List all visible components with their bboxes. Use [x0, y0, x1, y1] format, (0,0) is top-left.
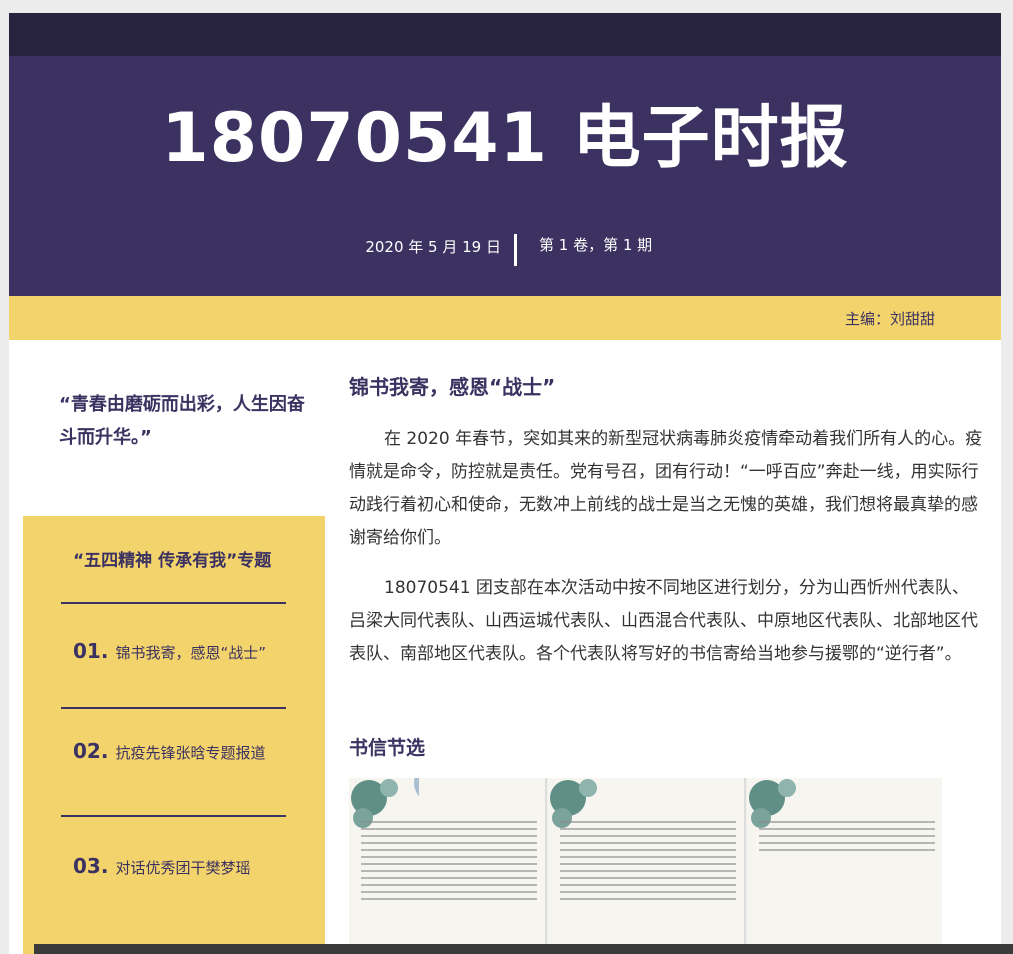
article-title: 锦书我寄，感恩“战士” [349, 375, 556, 399]
topic-item-3[interactable]: 03. 对话优秀团干樊梦瑶 [73, 854, 251, 878]
issue-date: 2020 年 5 月 19 日 [365, 238, 501, 256]
page-frame: 18070541 电子时报 2020 年 5 月 19 日 第 1 卷，第 1 … [9, 13, 1001, 954]
topic-item-label: 抗疫先锋张晗专题报道 [115, 744, 266, 762]
topic-item-number: 03. [73, 854, 109, 878]
editor-credit: 主编：刘甜甜 [844, 310, 935, 328]
letter-page-1 [349, 778, 547, 954]
letter-handwriting [560, 816, 736, 905]
topic-sidebar: “五四精神 传承有我”专题 01. 锦书我寄，感恩“战士” 02. 抗疫先锋张晗… [23, 516, 325, 954]
issue-volume: 第 1 卷，第 1 期 [539, 236, 653, 254]
topic-item-label: 锦书我寄，感恩“战士” [115, 644, 267, 662]
top-bar [9, 13, 1001, 56]
topic-item-2[interactable]: 02. 抗疫先锋张晗专题报道 [73, 739, 266, 763]
topic-item-number: 02. [73, 739, 109, 763]
sidebar-divider [61, 602, 286, 604]
masthead-divider [514, 234, 517, 266]
letter-handwriting [361, 816, 537, 905]
letters-image [349, 778, 942, 954]
topic-item-number: 01. [73, 639, 109, 663]
letter-handwriting [759, 816, 935, 856]
article-paragraph-1: 在 2020 年春节，突如其来的新型冠状病毒肺炎疫情牵动着我们所有人的心。疫情就… [349, 429, 983, 548]
section-title: 书信节选 [349, 737, 426, 759]
sidebar-divider [61, 707, 286, 709]
sidebar-divider [61, 815, 286, 817]
sidebar-quote: “青春由磨砺而出彩，人生因奋斗而升华。” [59, 394, 305, 448]
masthead: 18070541 电子时报 2020 年 5 月 19 日 第 1 卷，第 1 … [9, 56, 1001, 296]
topic-item-1[interactable]: 01. 锦书我寄，感恩“战士” [73, 639, 266, 663]
letter-page-3 [747, 778, 942, 954]
letter-page-2 [548, 778, 746, 954]
topic-title: “五四精神 传承有我”专题 [73, 551, 272, 571]
editor-bar: 主编：刘甜甜 [9, 296, 1001, 340]
newspaper-title: 18070541 电子时报 [161, 99, 849, 178]
bottom-strip [34, 944, 1013, 954]
article-paragraph-2: 18070541 团支部在本次活动中按不同地区进行划分，分为山西忻州代表队、吕梁… [349, 578, 978, 664]
topic-item-label: 对话优秀团干樊梦瑶 [115, 859, 251, 877]
